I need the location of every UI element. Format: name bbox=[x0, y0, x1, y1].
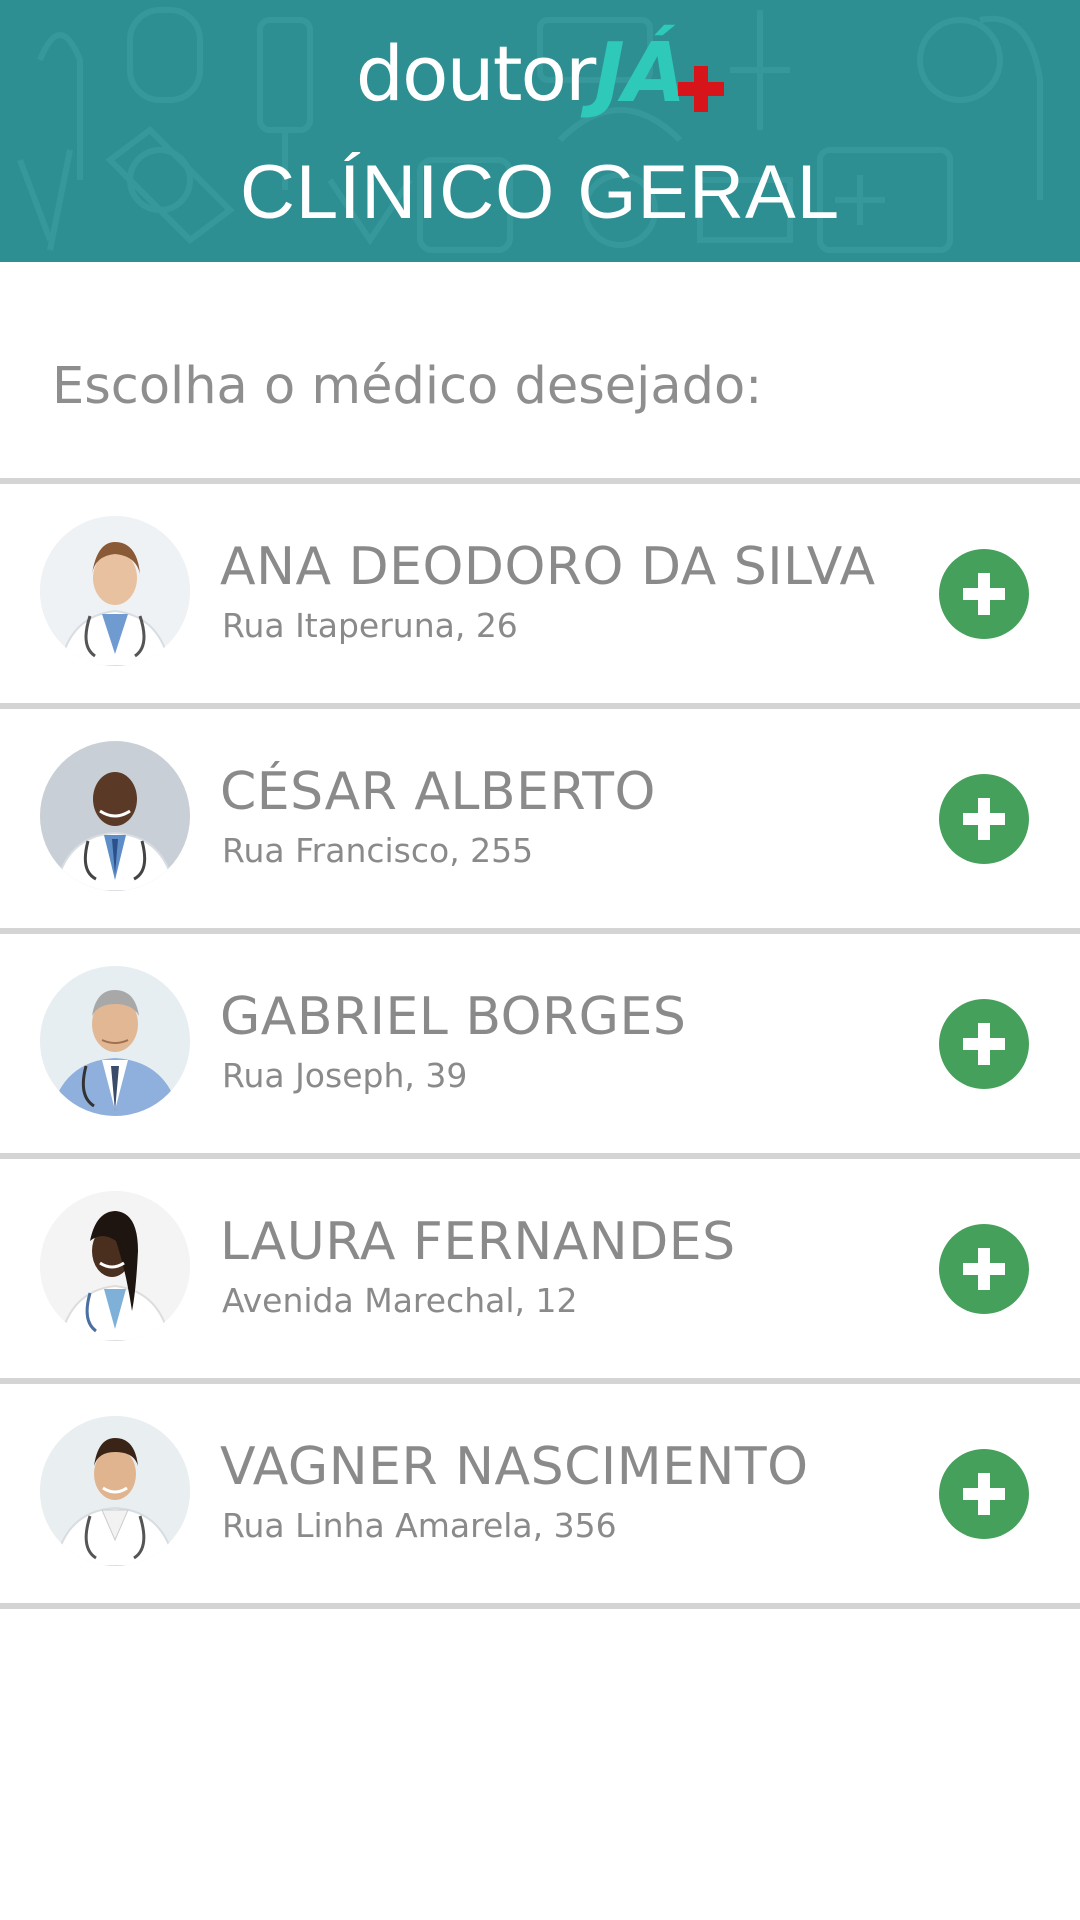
male-doctor-avatar bbox=[40, 966, 190, 1116]
medical-cross-icon bbox=[678, 66, 725, 112]
doctor-address: Rua Itaperuna, 26 bbox=[222, 606, 518, 645]
doutorja-logo: doutorJÁ bbox=[0, 24, 1080, 124]
doctor-row-ana[interactable]: ANA DEODORO DA SILVA Rua Itaperuna, 26 bbox=[0, 484, 1080, 703]
add-doctor-button[interactable] bbox=[939, 774, 1029, 864]
logo-accent: JÁ bbox=[594, 26, 686, 121]
app-screen: doutorJÁ CLÍNICO GERAL Escolha o médico … bbox=[0, 0, 1080, 1920]
female-doctor-avatar bbox=[40, 1191, 190, 1341]
male-doctor-avatar bbox=[40, 1416, 190, 1566]
plus-icon bbox=[939, 1449, 1029, 1539]
add-doctor-button[interactable] bbox=[939, 1449, 1029, 1539]
female-doctor-avatar bbox=[40, 516, 190, 666]
doctor-row-cesar[interactable]: CÉSAR ALBERTO Rua Francisco, 255 bbox=[0, 709, 1080, 928]
female-doctor-photo-icon bbox=[40, 516, 190, 666]
male-doctor-photo-icon bbox=[40, 1416, 190, 1566]
plus-icon bbox=[939, 999, 1029, 1089]
plus-icon bbox=[939, 1224, 1029, 1314]
add-doctor-button[interactable] bbox=[939, 999, 1029, 1089]
doctor-list: ANA DEODORO DA SILVA Rua Itaperuna, 26 C… bbox=[0, 478, 1080, 1609]
male-doctor-photo-icon bbox=[40, 741, 190, 891]
divider bbox=[0, 1603, 1080, 1609]
doctor-address: Avenida Marechal, 12 bbox=[222, 1281, 578, 1320]
doctor-name: LAURA FERNANDES bbox=[220, 1212, 736, 1272]
female-doctor-photo-icon bbox=[40, 1191, 190, 1341]
header: doutorJÁ CLÍNICO GERAL bbox=[0, 0, 1080, 262]
doctor-name: GABRIEL BORGES bbox=[220, 987, 687, 1047]
plus-icon bbox=[939, 774, 1029, 864]
doctor-name: CÉSAR ALBERTO bbox=[220, 762, 656, 822]
doctor-row-laura[interactable]: LAURA FERNANDES Avenida Marechal, 12 bbox=[0, 1159, 1080, 1378]
plus-icon bbox=[939, 549, 1029, 639]
doctor-address: Rua Francisco, 255 bbox=[222, 831, 534, 870]
doctor-row-vagner[interactable]: VAGNER NASCIMENTO Rua Linha Amarela, 356 bbox=[0, 1384, 1080, 1603]
male-doctor-photo-icon bbox=[40, 966, 190, 1116]
doctor-name: ANA DEODORO DA SILVA bbox=[220, 537, 876, 597]
doctor-row-gabriel[interactable]: GABRIEL BORGES Rua Joseph, 39 bbox=[0, 934, 1080, 1153]
add-doctor-button[interactable] bbox=[939, 1224, 1029, 1314]
page-title: CLÍNICO GERAL bbox=[239, 150, 841, 235]
doctor-address: Rua Linha Amarela, 356 bbox=[222, 1506, 617, 1545]
logo-word: doutor bbox=[355, 29, 596, 118]
male-doctor-avatar bbox=[40, 741, 190, 891]
doctor-address: Rua Joseph, 39 bbox=[222, 1056, 468, 1095]
choose-doctor-prompt: Escolha o médico desejado: bbox=[52, 357, 763, 416]
add-doctor-button[interactable] bbox=[939, 549, 1029, 639]
doctor-name: VAGNER NASCIMENTO bbox=[220, 1437, 809, 1497]
